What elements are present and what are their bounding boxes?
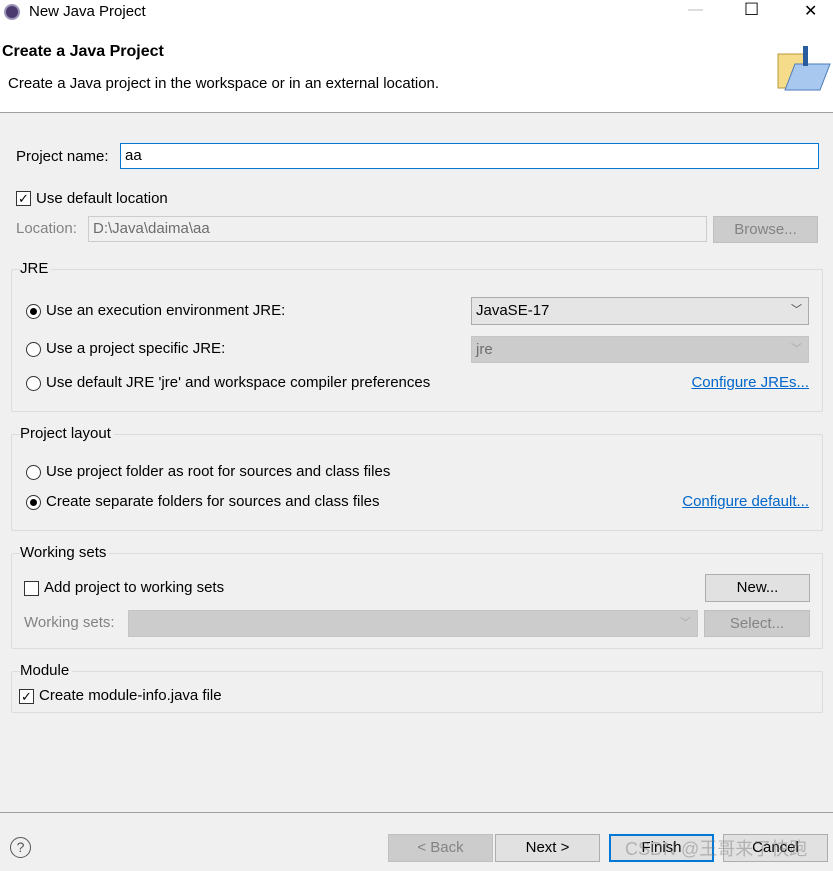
next-button[interactable]: Next > (495, 834, 600, 862)
jre-group-title: JRE (20, 260, 52, 278)
default-jre-radio[interactable] (26, 376, 41, 391)
window-title: New Java Project (29, 3, 146, 20)
back-button[interactable]: < Back (388, 834, 493, 862)
execution-env-value: JavaSE-17 (476, 302, 550, 319)
separate-folders-label: Create separate folders for sources and … (46, 493, 380, 510)
eclipse-icon (4, 4, 20, 20)
wizard-header: Create a Java Project Create a Java proj… (0, 24, 833, 113)
project-folder-root-label: Use project folder as root for sources a… (46, 463, 391, 480)
select-working-sets-button[interactable]: Select... (704, 610, 810, 637)
watermark: CSDN @王哥来了快跑 (625, 839, 808, 859)
chevron-down-icon: ﹀ (791, 304, 802, 316)
project-name-label: Project name: (16, 148, 109, 165)
working-sets-select[interactable]: ﹀ (128, 610, 698, 637)
project-specific-jre-select[interactable]: jre ﹀ (471, 336, 809, 363)
use-default-location-label: Use default location (36, 190, 168, 207)
project-layout-group (11, 434, 823, 531)
add-to-working-sets-checkbox[interactable] (24, 581, 39, 596)
browse-button[interactable]: Browse... (713, 216, 818, 243)
title-bar: New Java Project — ☐ ✕ (0, 0, 833, 24)
minimize-button[interactable]: — (688, 1, 703, 18)
execution-env-label: Use an execution environment JRE: (46, 302, 286, 319)
chevron-down-icon: ﹀ (680, 617, 691, 629)
project-specific-jre-label: Use a project specific JRE: (46, 340, 226, 357)
project-specific-jre-radio[interactable] (26, 342, 41, 357)
maximize-button[interactable]: ☐ (744, 0, 759, 20)
module-title: Module (20, 662, 73, 680)
create-module-info-checkbox[interactable]: ✓ (19, 689, 34, 704)
configure-default-link[interactable]: Configure default... (682, 493, 809, 511)
working-sets-title: Working sets (20, 544, 110, 562)
use-default-location-checkbox[interactable]: ✓ (16, 191, 31, 206)
location-input[interactable]: D:\Java\daima\aa (88, 216, 707, 242)
project-specific-jre-value: jre (476, 341, 493, 358)
project-layout-title: Project layout (20, 425, 114, 443)
folder-icon (775, 46, 831, 96)
help-icon[interactable]: ? (10, 837, 31, 858)
page-description: Create a Java project in the workspace o… (8, 75, 440, 92)
project-name-input[interactable]: aa (120, 143, 819, 169)
add-to-working-sets-label: Add project to working sets (44, 579, 225, 596)
close-button[interactable]: ✕ (804, 1, 817, 21)
configure-jres-link[interactable]: Configure JREs... (691, 374, 809, 392)
project-folder-root-radio[interactable] (26, 465, 41, 480)
execution-env-select[interactable]: JavaSE-17 ﹀ (471, 297, 809, 325)
location-label: Location: (16, 220, 77, 237)
execution-env-radio[interactable] (26, 304, 41, 319)
footer-divider (0, 812, 833, 813)
default-jre-label: Use default JRE 'jre' and workspace comp… (46, 374, 431, 391)
separate-folders-radio[interactable] (26, 495, 41, 510)
page-title: Create a Java Project (2, 43, 164, 60)
new-working-set-button[interactable]: New... (705, 574, 810, 602)
chevron-down-icon: ﹀ (791, 343, 802, 355)
create-module-info-label: Create module-info.java file (39, 687, 222, 704)
working-sets-label: Working sets: (24, 614, 115, 631)
